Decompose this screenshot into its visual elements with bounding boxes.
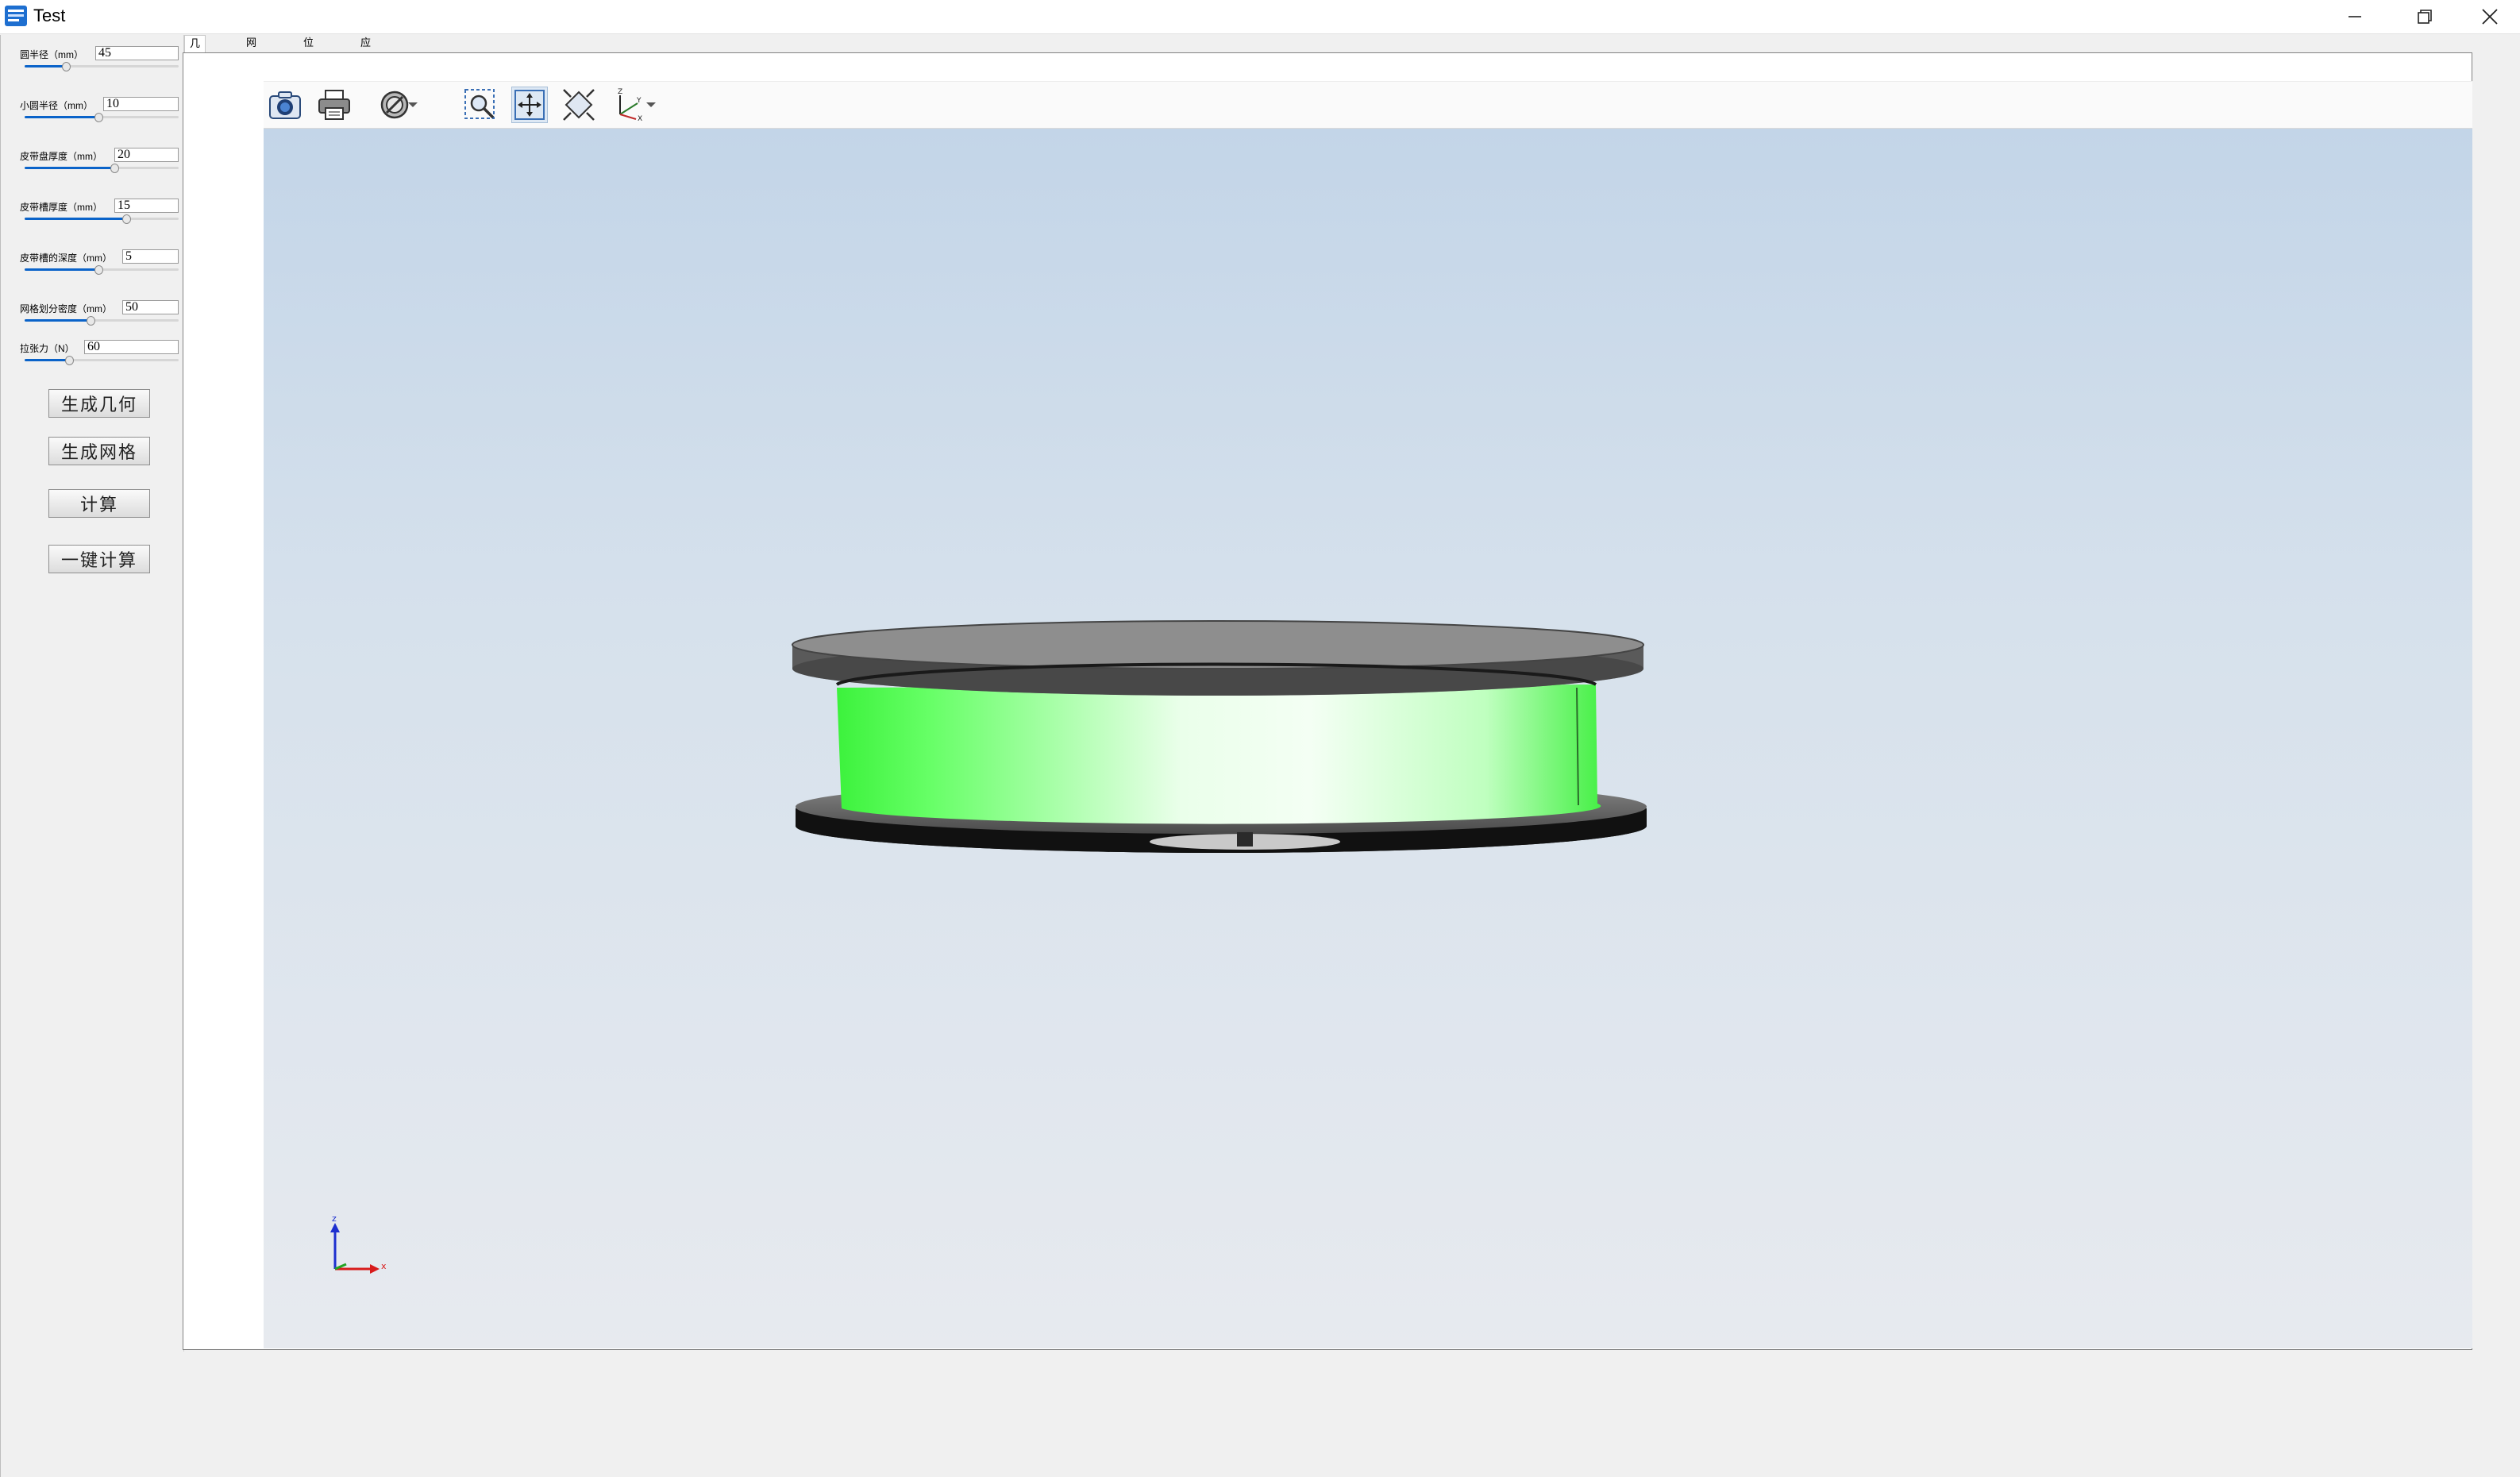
axes-icon: Z Y X [618, 88, 642, 122]
slider-fill [25, 65, 67, 67]
camera-icon [269, 91, 301, 119]
status-area [183, 1352, 2520, 1477]
generate-geometry-button[interactable]: 生成几何 [48, 389, 150, 418]
close-button[interactable] [2460, 0, 2520, 33]
param-slider[interactable] [25, 113, 179, 122]
param-slider[interactable] [25, 164, 179, 173]
compute-button[interactable]: 计算 [48, 489, 150, 518]
print-icon [318, 90, 350, 120]
param-slider[interactable] [25, 316, 179, 326]
window-title: Test [33, 6, 66, 25]
param-slider[interactable] [25, 62, 179, 71]
slider-fill [25, 167, 114, 169]
param-label: 小圆半径（mm） [20, 100, 93, 111]
param-label: 网格划分密度（mm） [20, 303, 112, 314]
slider-fill [25, 359, 70, 361]
param-input-pulley-thickness[interactable]: 20 [114, 148, 179, 162]
viewer-toolbar: Z Y X [264, 81, 2472, 129]
zoom-area-button[interactable] [462, 87, 499, 123]
svg-text:Z: Z [618, 88, 622, 96]
param-row-groove-depth: 皮带槽的深度（mm） 5 [20, 249, 179, 281]
param-label: 圆半径（mm） [20, 49, 83, 60]
title-bar: Test [0, 0, 2520, 34]
param-row-small-radius: 小圆半径（mm） 10 [20, 97, 179, 129]
slider-thumb[interactable] [94, 265, 104, 275]
svg-text:Y: Y [636, 97, 642, 105]
param-label: 皮带盘厚度（mm） [20, 151, 102, 162]
param-label: 皮带槽的深度（mm） [20, 253, 112, 264]
pulley-model [792, 620, 1647, 853]
tab-stress[interactable]: 应力云图 [356, 35, 376, 102]
param-row-groove-thickness: 皮带槽厚度（mm） 15 [20, 199, 179, 230]
slider-thumb[interactable] [122, 214, 132, 224]
print-button[interactable] [316, 87, 353, 123]
param-slider[interactable] [25, 265, 179, 275]
slider-fill [25, 319, 91, 322]
display-mode-dropdown[interactable] [403, 87, 422, 123]
z-axis-label: z [332, 1213, 337, 1224]
param-row-tension: 拉张力（N） 60 [20, 340, 179, 372]
tab-mesh[interactable]: 网格划分 [241, 35, 261, 102]
dropdown-icon [646, 102, 656, 107]
parameter-panel: 圆半径（mm） 45 小圆半径（mm） 10 皮带盘厚度（mm） 20 皮带槽厚… [0, 35, 184, 1477]
param-label: 拉张力（N） [20, 343, 75, 354]
pan-button[interactable] [511, 87, 548, 123]
param-input-tension[interactable]: 60 [84, 340, 179, 354]
pan-icon [514, 90, 545, 120]
keyway [1237, 832, 1253, 846]
restore-icon [2418, 10, 2432, 24]
param-input-groove-depth[interactable]: 5 [122, 249, 179, 264]
slider-fill [25, 268, 99, 271]
3d-viewport[interactable]: z x [264, 129, 2472, 1348]
one-click-compute-button[interactable]: 一键计算 [48, 545, 150, 573]
slider-fill [25, 218, 127, 220]
minimize-icon [2349, 16, 2361, 17]
app-icon [5, 6, 27, 26]
param-slider[interactable] [25, 214, 179, 224]
slider-fill [25, 116, 99, 118]
x-axis-label: x [381, 1261, 387, 1271]
close-icon [2482, 9, 2498, 25]
restore-button[interactable] [2390, 0, 2460, 33]
param-slider[interactable] [25, 356, 179, 365]
minimize-button[interactable] [2320, 0, 2390, 33]
param-input-mesh-density[interactable]: 50 [122, 300, 179, 314]
orientation-axes: z x [330, 1213, 387, 1274]
slider-thumb[interactable] [110, 164, 119, 173]
param-input-radius[interactable]: 45 [95, 46, 179, 60]
generate-mesh-button[interactable]: 生成网格 [48, 437, 150, 465]
param-row-radius: 圆半径（mm） 45 [20, 46, 179, 78]
param-input-small-radius[interactable]: 10 [103, 97, 179, 111]
slider-thumb[interactable] [65, 356, 75, 365]
view-axes-dropdown[interactable] [642, 87, 661, 123]
tab-displacement[interactable]: 位移云图 [299, 35, 318, 102]
slider-thumb[interactable] [87, 316, 96, 326]
pulley-groove-body [837, 685, 1601, 824]
fit-all-button[interactable] [561, 87, 597, 123]
snapshot-button[interactable] [267, 87, 303, 123]
fit-all-icon [563, 89, 595, 121]
param-row-mesh-density: 网格划分密度（mm） 50 [20, 300, 179, 332]
zoom-area-icon [464, 89, 495, 119]
slider-thumb[interactable] [62, 62, 71, 71]
dropdown-icon [408, 102, 418, 107]
slider-thumb[interactable] [94, 113, 104, 122]
tab-geometry[interactable]: 几何图像 [184, 35, 206, 102]
param-label: 皮带槽厚度（mm） [20, 202, 102, 213]
param-input-groove-thickness[interactable]: 15 [114, 199, 179, 213]
param-row-pulley-thickness: 皮带盘厚度（mm） 20 [20, 148, 179, 179]
